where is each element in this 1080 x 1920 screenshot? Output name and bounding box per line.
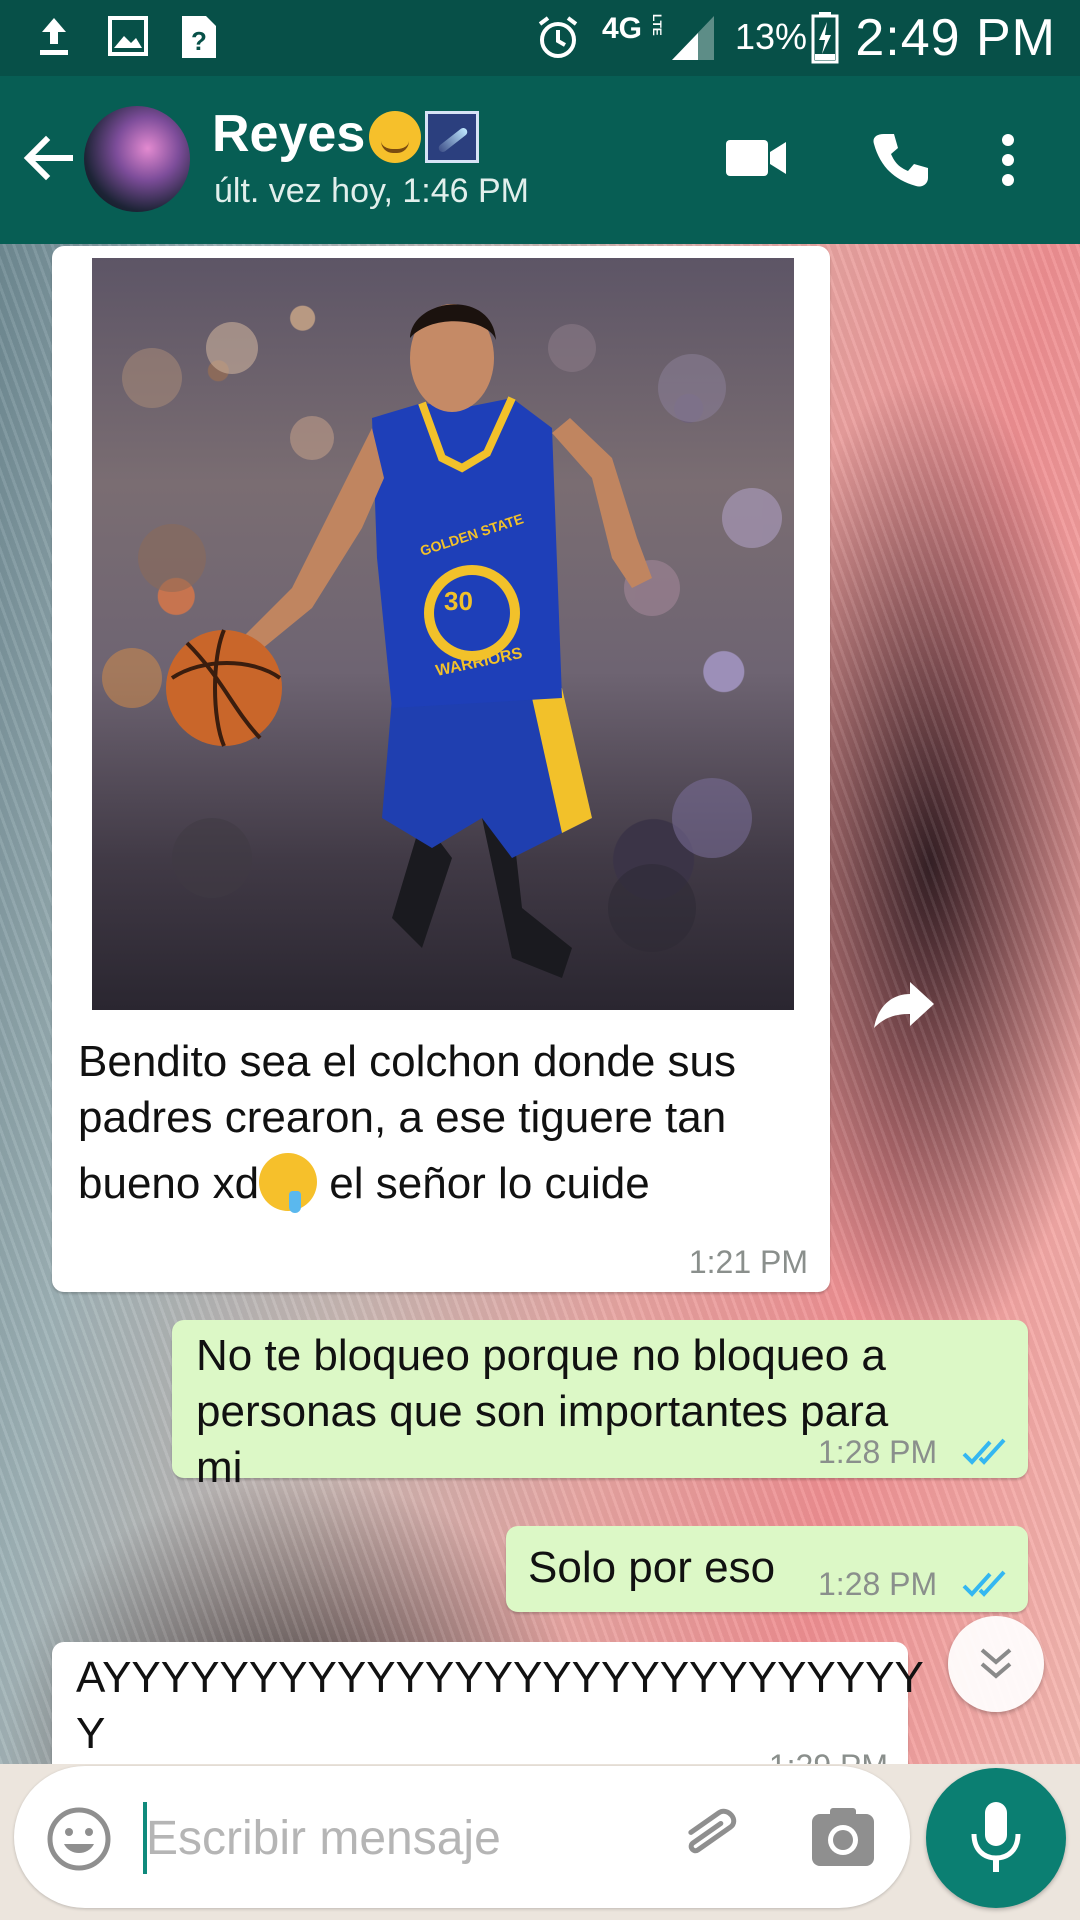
phone-icon[interactable] [870, 130, 930, 190]
message-text: AYYYYYYYYYYYYYYYYYYYYYYYYYYYY Y [76, 1653, 924, 1758]
avatar[interactable] [84, 106, 190, 212]
svg-text:?: ? [191, 26, 207, 56]
basketball-player-image: 30 GOLDEN STATE WARRIORS [102, 304, 782, 978]
signal-icon [672, 16, 714, 60]
upload-icon [40, 18, 68, 55]
shared-photo[interactable]: 30 GOLDEN STATE WARRIORS [92, 258, 794, 1010]
emoji-icon[interactable] [46, 1806, 112, 1872]
message-input[interactable] [144, 1794, 648, 1882]
status-bar: ? 4G LTE 13% 2:49 PM [0, 0, 1080, 76]
voice-record-button[interactable] [926, 1768, 1066, 1908]
comet-emoji-icon [425, 111, 480, 164]
message-time: 1:28 PM [818, 1434, 938, 1470]
caption-line: Bendito sea el colchon donde sus [78, 1037, 737, 1086]
drooling-emoji-icon [259, 1153, 318, 1214]
more-vert-icon[interactable] [998, 132, 1018, 188]
outgoing-message[interactable]: No te bloqueo porque no bloqueo a person… [172, 1320, 1028, 1492]
caption-line: padres crearon, a ese tiguere tan [78, 1093, 727, 1142]
chat-area[interactable]: 30 GOLDEN STATE WARRIORS Bendito sea el … [0, 244, 1080, 1764]
incoming-message[interactable]: AYYYYYYYYYYYYYYYYYYYYYYYYYYYY Y 1:29 PM [52, 1642, 924, 1764]
smirk-emoji-icon [369, 111, 422, 164]
contact-name[interactable]: Reyes [212, 104, 480, 164]
incoming-image-message[interactable]: 30 GOLDEN STATE WARRIORS Bendito sea el … [52, 246, 830, 1292]
scroll-to-bottom-button[interactable] [948, 1616, 1044, 1712]
image-caption-text: Bendito sea el colchon donde sus padres … [78, 1034, 818, 1214]
contact-name-text: Reyes [212, 105, 366, 163]
microphone-icon [971, 1802, 1021, 1872]
message-time: 1:29 PM [769, 1748, 888, 1764]
network-type: 4G [602, 12, 643, 45]
image-icon [108, 16, 148, 56]
clock: 2:49 PM [855, 9, 1056, 67]
attach-icon[interactable] [676, 1806, 746, 1872]
message-time: 1:21 PM [688, 1244, 808, 1280]
network-subtype: LTE [650, 14, 664, 36]
battery-icon [811, 12, 839, 64]
last-seen-status: últ. vez hoy, 1:46 PM [214, 172, 529, 210]
read-receipt-icon [962, 1438, 1006, 1465]
read-receipt-icon [962, 1570, 1006, 1597]
alarm-icon [538, 16, 578, 58]
unknown-file-icon: ? [182, 16, 216, 58]
jersey-number: 30 [444, 586, 473, 616]
chat-header: Reyes últ. vez hoy, 1:46 PM [0, 76, 1080, 244]
battery-percent: 13% [735, 16, 808, 57]
video-call-icon[interactable] [724, 134, 788, 182]
camera-icon[interactable] [810, 1806, 876, 1868]
message-time: 1:28 PM [818, 1566, 938, 1602]
back-arrow-icon[interactable] [22, 132, 74, 184]
double-chevron-down-icon [980, 1648, 1012, 1679]
forward-icon[interactable] [864, 968, 940, 1044]
message-text: Solo por eso [528, 1543, 776, 1592]
outgoing-message[interactable]: Solo por eso 1:28 PM [506, 1526, 1028, 1612]
caption-line: bueno xd el señor lo cuide [78, 1153, 818, 1214]
